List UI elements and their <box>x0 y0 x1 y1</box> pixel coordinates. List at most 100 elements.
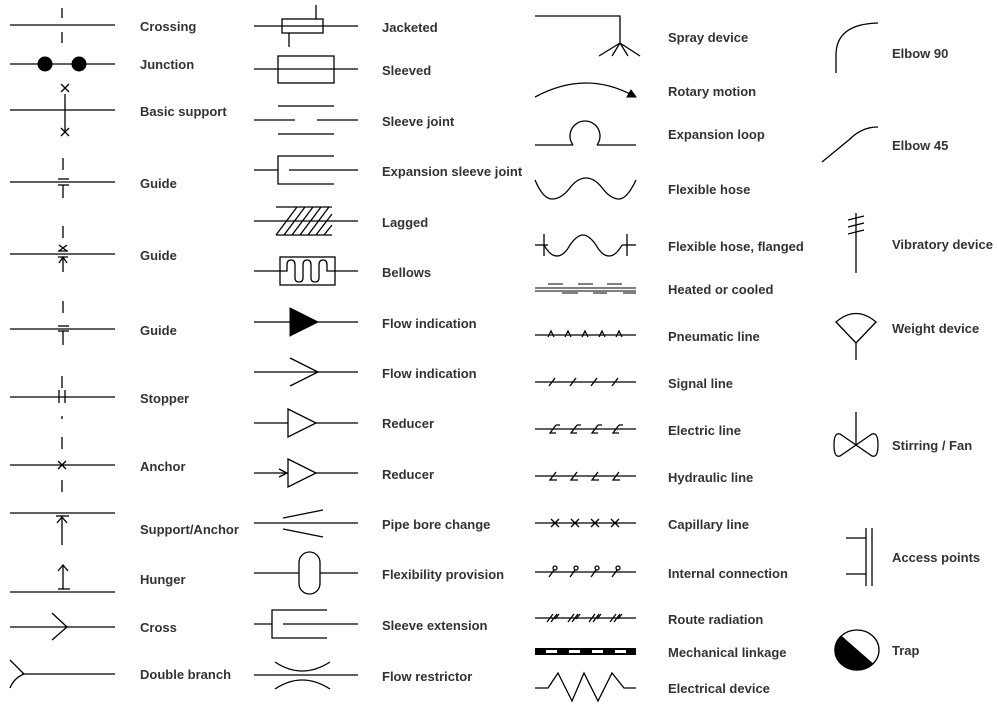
label-elbow-45: Elbow 45 <box>892 138 948 153</box>
flexible-hose-symbol <box>534 177 637 200</box>
label-jacketed: Jacketed <box>382 20 438 35</box>
label-elbow-90: Elbow 90 <box>892 46 948 61</box>
elbow-90-symbol <box>835 22 879 73</box>
label-pipe-bore-change: Pipe bore change <box>382 517 490 532</box>
elbow-45-symbol <box>821 126 879 163</box>
label-stopper: Stopper <box>140 391 189 406</box>
label-flexibility-provision: Flexibility provision <box>382 567 504 582</box>
label-spray-device: Spray device <box>668 30 748 45</box>
label-sleeved: Sleeved <box>382 63 431 78</box>
label-reducer-2: Reducer <box>382 467 434 482</box>
weight-device-symbol <box>835 312 877 360</box>
trap-symbol <box>834 629 880 671</box>
vibratory-device-symbol <box>847 213 865 273</box>
label-sleeve-extension: Sleeve extension <box>382 618 488 633</box>
mechanical-linkage-symbol <box>535 648 636 655</box>
label-capillary-line: Capillary line <box>668 517 749 532</box>
label-guide-2: Guide <box>140 248 177 263</box>
guide-symbol-1 <box>10 158 115 198</box>
cross-symbol <box>10 612 115 641</box>
label-expansion-loop: Expansion loop <box>668 127 765 142</box>
flow-indication-open-symbol <box>254 357 358 387</box>
reducer-symbol-2 <box>254 457 358 489</box>
label-double-branch: Double branch <box>140 667 231 682</box>
basic-support-symbol <box>10 83 115 137</box>
reducer-symbol-1 <box>254 407 358 439</box>
label-route-radiation: Route radiation <box>668 612 763 627</box>
bellows-symbol <box>254 256 358 286</box>
support-anchor-symbol <box>10 512 115 545</box>
label-electrical-device: Electrical device <box>668 681 770 696</box>
flexibility-provision-symbol <box>254 551 358 595</box>
flow-indication-filled-symbol <box>254 307 358 337</box>
hydraulic-line-symbol <box>535 471 636 481</box>
sleeve-extension-symbol <box>254 609 358 639</box>
label-reducer-1: Reducer <box>382 416 434 431</box>
column-4-labels: Elbow 90 Elbow 45 Vibratory device Weigh… <box>892 46 993 658</box>
hunger-symbol <box>10 563 115 593</box>
label-access-points: Access points <box>892 550 980 565</box>
label-internal-connection: Internal connection <box>668 566 788 581</box>
capillary-line-symbol <box>535 518 636 528</box>
stirring-fan-symbol <box>833 412 879 457</box>
label-mechanical-linkage: Mechanical linkage <box>668 645 787 660</box>
label-trap: Trap <box>892 643 920 658</box>
lagged-symbol <box>254 206 358 236</box>
sleeved-symbol <box>254 55 358 84</box>
guide-symbol-3 <box>10 301 115 345</box>
label-vibratory-device: Vibratory device <box>892 237 993 252</box>
pneumatic-line-symbol <box>535 329 636 338</box>
label-electric-line: Electric line <box>668 423 741 438</box>
sleeve-joint-symbol <box>254 105 358 135</box>
piping-symbols-legend: Crossing Junction Basic support Guide Gu… <box>9 5 993 703</box>
label-cross: Cross <box>140 620 177 635</box>
label-support-anchor: Support/Anchor <box>140 522 239 537</box>
signal-line-symbol <box>535 377 636 387</box>
label-crossing: Crossing <box>140 19 196 34</box>
heated-or-cooled-symbol <box>535 283 636 294</box>
label-flow-restrictor: Flow restrictor <box>382 669 472 684</box>
spray-device-symbol <box>535 15 641 57</box>
column-3-labels: Spray device Rotary motion Expansion loo… <box>668 30 804 696</box>
column-1-labels: Crossing Junction Basic support Guide Gu… <box>140 19 239 682</box>
label-junction: Junction <box>140 57 194 72</box>
anchor-symbol <box>10 437 115 492</box>
label-expansion-sleeve-joint: Expansion sleeve joint <box>382 164 523 179</box>
flexible-hose-flanged-symbol <box>535 234 636 257</box>
guide-symbol-2 <box>10 226 115 272</box>
label-lagged: Lagged <box>382 215 428 230</box>
pipe-bore-change-symbol <box>254 509 358 538</box>
label-weight-device: Weight device <box>892 321 979 336</box>
flow-restrictor-symbol <box>254 661 358 690</box>
label-hunger: Hunger <box>140 572 186 587</box>
label-signal-line: Signal line <box>668 376 733 391</box>
internal-connection-symbol <box>535 565 636 578</box>
label-pneumatic-line: Pneumatic line <box>668 329 760 344</box>
label-flow-indication-1: Flow indication <box>382 316 477 331</box>
label-rotary-motion: Rotary motion <box>668 84 756 99</box>
label-bellows: Bellows <box>382 265 431 280</box>
label-stirring-fan: Stirring / Fan <box>892 438 972 453</box>
label-sleeve-joint: Sleeve joint <box>382 114 455 129</box>
access-points-symbol <box>846 528 873 586</box>
junction-symbol <box>10 56 115 72</box>
label-guide-3: Guide <box>140 323 177 338</box>
label-basic-support: Basic support <box>140 104 227 119</box>
expansion-loop-symbol <box>535 120 636 146</box>
label-hydraulic-line: Hydraulic line <box>668 470 753 485</box>
jacketed-symbol <box>254 5 358 47</box>
route-radiation-symbol <box>535 613 636 623</box>
label-flow-indication-2: Flow indication <box>382 366 477 381</box>
electrical-device-symbol <box>535 671 636 703</box>
expansion-sleeve-joint-symbol <box>254 155 358 185</box>
crossing-symbol <box>10 8 115 43</box>
electric-line-symbol <box>535 424 636 434</box>
stopper-symbol <box>10 376 115 419</box>
label-flexible-hose: Flexible hose <box>668 182 750 197</box>
label-flexible-hose-flanged: Flexible hose, flanged <box>668 239 804 254</box>
rotary-motion-symbol <box>534 82 637 98</box>
double-branch-symbol <box>9 659 115 689</box>
label-guide-1: Guide <box>140 176 177 191</box>
label-anchor: Anchor <box>140 459 186 474</box>
label-heated-or-cooled: Heated or cooled <box>668 282 774 297</box>
